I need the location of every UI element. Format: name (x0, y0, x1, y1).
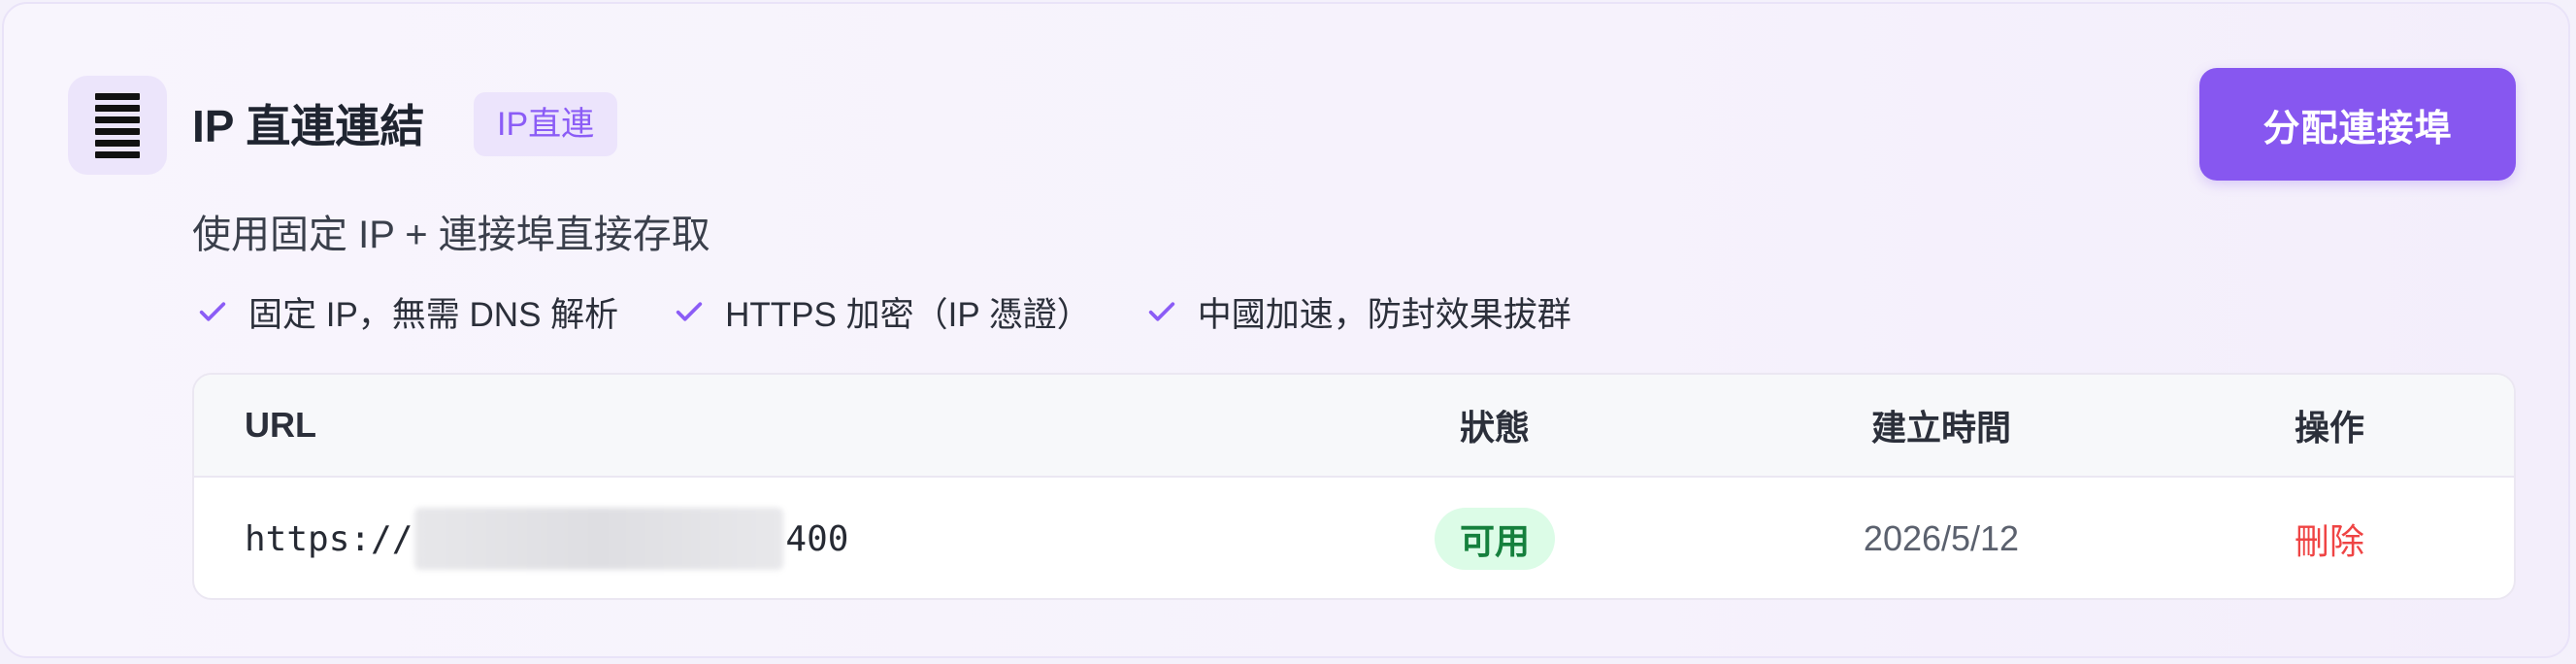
assign-port-button[interactable]: 分配連接埠 (2199, 68, 2516, 181)
table-header: URL 狀態 建立時間 操作 (194, 375, 2514, 478)
column-header-url: URL (245, 405, 316, 445)
redacted-ip-blur (414, 508, 784, 570)
ip-direct-tag: IP直連 (474, 92, 618, 156)
url-text[interactable]: https:// 400 (245, 508, 848, 570)
created-cell: 2026/5/12 (1747, 478, 2135, 598)
status-cell: 可用 (1398, 478, 1592, 598)
card-subtitle: 使用固定 IP + 連接埠直接存取 (192, 214, 710, 256)
feature-item: 中國加速，防封效果拔群 (1145, 287, 1571, 337)
column-header-status: 狀態 (1459, 408, 1530, 448)
feature-item: HTTPS 加密（IP 憑證） (673, 287, 1091, 337)
status-badge: 可用 (1434, 508, 1555, 570)
column-header-actions: 操作 (2294, 408, 2364, 448)
actions-cell: 刪除 (2232, 478, 2427, 598)
column-header-created: 建立時間 (1870, 408, 2011, 448)
card-title: IP 直連連結 (192, 101, 425, 151)
table-row: https:// 400 可用 2026/5/12 刪除 (194, 478, 2514, 598)
created-date: 2026/5/12 (1863, 518, 2020, 558)
delete-link[interactable]: 刪除 (2295, 514, 2364, 564)
links-table: URL 狀態 建立時間 操作 https:// 400 可用 2026/5/12… (192, 373, 2516, 600)
ip-direct-link-card: IP 直連連結 IP直連 分配連接埠 使用固定 IP + 連接埠直接存取 固定 … (2, 2, 2570, 658)
check-icon (1145, 295, 1178, 328)
feature-label: 中國加速，防封效果拔群 (1197, 295, 1571, 334)
url-cell: https:// 400 (245, 478, 848, 598)
check-icon (196, 295, 229, 328)
feature-label: 固定 IP，無需 DNS 解析 (248, 295, 619, 334)
list-bars-icon (68, 76, 167, 175)
feature-list: 固定 IP，無需 DNS 解析 HTTPS 加密（IP 憑證） 中國加速，防封效… (196, 285, 1626, 338)
feature-item: 固定 IP，無需 DNS 解析 (196, 287, 618, 337)
feature-label: HTTPS 加密（IP 憑證） (725, 295, 1091, 334)
url-suffix: 400 (785, 518, 849, 559)
check-icon (673, 295, 706, 328)
url-prefix: https:// (245, 518, 413, 559)
